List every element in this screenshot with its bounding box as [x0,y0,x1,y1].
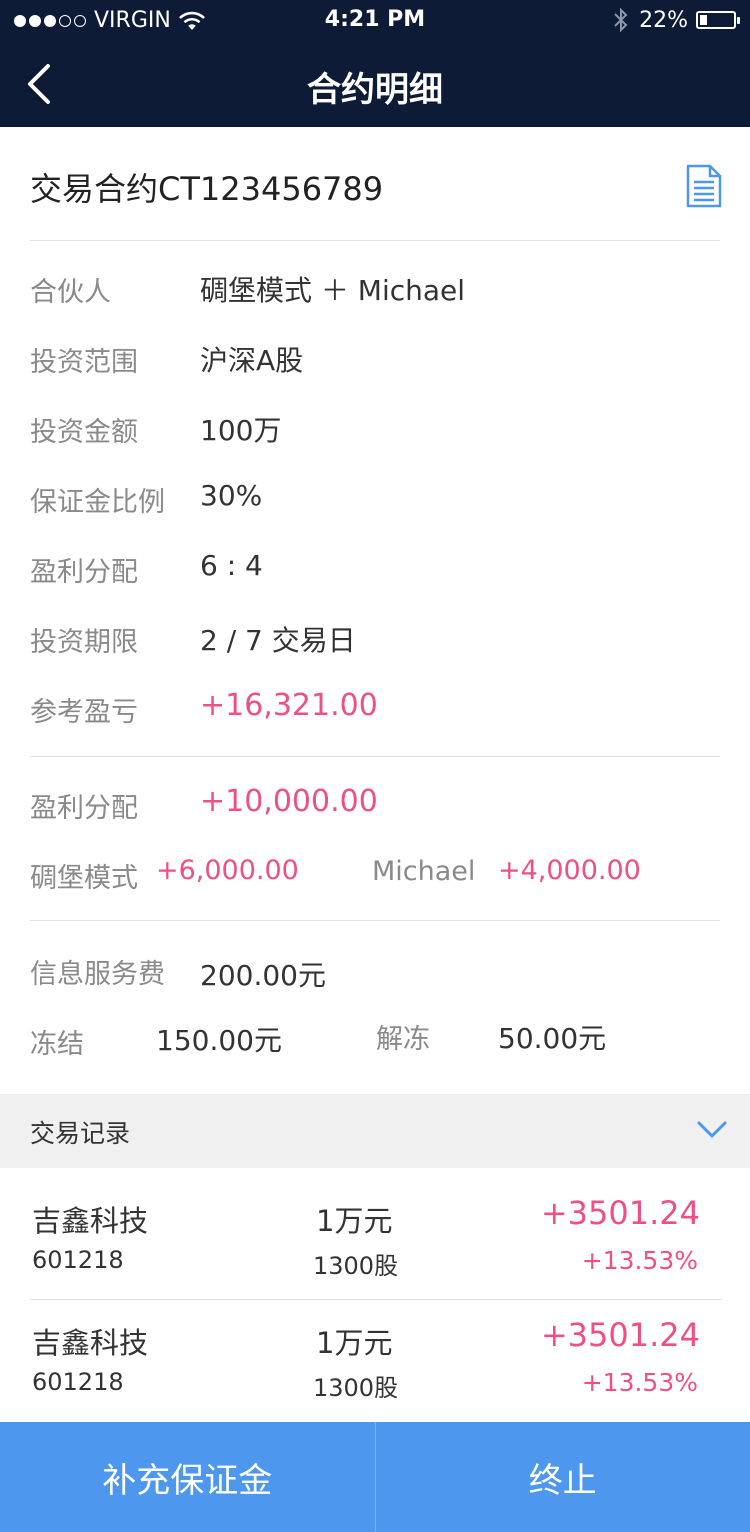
frozen-label: 冻结 [30,1029,84,1060]
chevron-down-icon[interactable] [696,1120,728,1140]
distribution-label: 盈利分配 [30,793,138,824]
trade-percent: +13.53% [581,1368,698,1397]
scope-value: 沪深A股 [200,344,304,377]
stock-code: 601218 [32,1368,124,1396]
party-a-amount: +6,000.00 [156,855,299,886]
trade-profit: +3501.24 [540,1316,700,1354]
battery-percentage: 22% [639,7,688,33]
document-icon[interactable] [686,164,722,208]
split-value: 6 : 4 [200,549,263,582]
trade-percent: +13.53% [581,1246,698,1275]
amount-value: 100万 [200,414,282,447]
add-margin-button[interactable]: 补充保证金 [0,1422,375,1532]
battery-icon [696,11,740,29]
app-header: VIRGIN 4:21 PM 22% 合约明细 [0,0,750,127]
service-fee-value: 200.00元 [200,959,326,992]
stock-name: 吉鑫科技 [32,1204,149,1238]
term-label: 投资期限 [30,627,138,658]
status-right: 22% [613,7,740,33]
trade-shares: 1300股 [313,1252,399,1280]
status-bar: VIRGIN 4:21 PM 22% [0,0,750,42]
trade-amount: 1万元 [316,1326,393,1360]
stock-code: 601218 [32,1246,124,1274]
trade-row[interactable]: 吉鑫科技 601218 1万元 1300股 +3501.24 +13.53% [0,1178,750,1299]
bluetooth-icon [614,7,628,33]
distribution-total: +10,000.00 [200,784,378,819]
divider [30,920,720,921]
divider [30,756,720,757]
partner-label: 合伙人 [30,277,111,308]
term-value: 2 / 7 交易日 [200,624,356,657]
trade-row[interactable]: 吉鑫科技 601218 1万元 1300股 +3501.24 +13.53% [0,1300,750,1421]
battery-level [700,15,707,25]
stock-name: 吉鑫科技 [32,1326,149,1360]
unfrozen-label: 解冻 [376,1024,430,1055]
trade-records-header[interactable]: 交易记录 [0,1094,750,1168]
divider [30,240,720,241]
unfrozen-value: 50.00元 [498,1022,607,1055]
trade-amount: 1万元 [316,1204,393,1238]
service-fee-label: 信息服务费 [30,959,165,990]
split-label: 盈利分配 [30,557,138,588]
trade-shares: 1300股 [313,1374,399,1402]
scope-label: 投资范围 [30,347,138,378]
partner-value: 碉堡模式 ＋ Michael [200,274,466,307]
pnl-value: +16,321.00 [200,688,378,723]
party-a-name: 碉堡模式 [30,863,138,894]
margin-label: 保证金比例 [30,487,165,518]
frozen-value: 150.00元 [156,1024,282,1057]
pnl-label: 参考盈亏 [30,697,138,728]
page-title: 合约明细 [307,70,443,110]
terminate-button[interactable]: 终止 [376,1422,750,1532]
bottom-action-bar: 补充保证金 终止 [0,1422,750,1532]
trade-profit: +3501.24 [540,1194,700,1232]
trade-records-label: 交易记录 [30,1119,131,1148]
party-b-amount: +4,000.00 [498,855,641,886]
amount-label: 投资金额 [30,417,138,448]
margin-value: 30% [200,479,263,512]
party-b-name: Michael [372,856,476,887]
contract-title: 交易合约CT123456789 [30,170,384,208]
